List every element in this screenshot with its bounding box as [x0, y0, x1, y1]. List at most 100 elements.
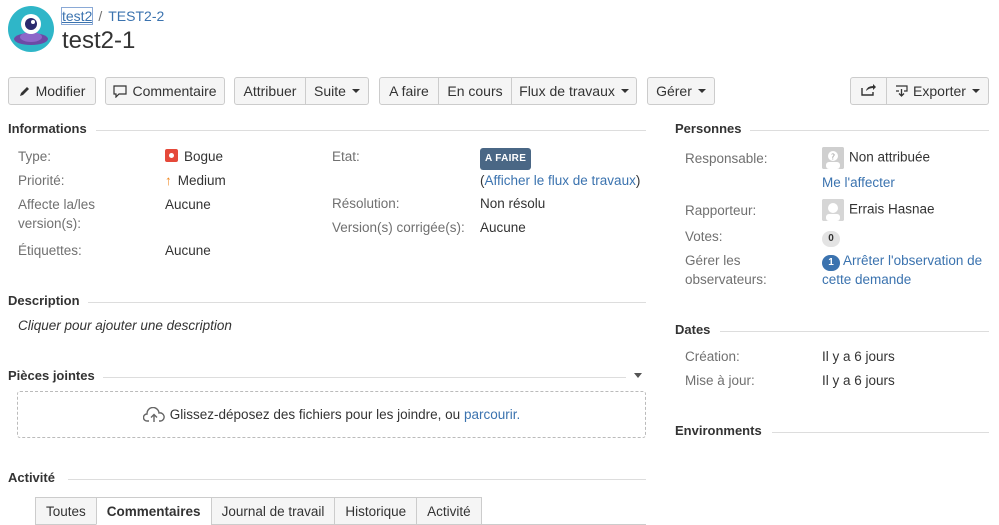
description-heading: Description: [8, 293, 80, 308]
affects-label-line2: version(s):: [18, 216, 82, 231]
divider: [96, 130, 646, 131]
tab-all[interactable]: Toutes: [35, 497, 97, 525]
type-value-text: Bogue: [184, 149, 224, 164]
breadcrumb-issue-link[interactable]: TEST2-2: [108, 8, 164, 24]
comment-button[interactable]: Commentaire: [105, 77, 225, 105]
chevron-down-icon: [697, 89, 706, 93]
votes-count-badge: 0: [822, 231, 840, 247]
environments-heading: Environments: [675, 423, 762, 438]
workflow-paren-close: ): [635, 173, 641, 188]
manage-button-label: Gérer: [656, 83, 692, 99]
breadcrumb-separator: /: [98, 8, 103, 24]
cloud-upload-icon: [142, 406, 165, 423]
priority-value: ↑ Medium: [165, 171, 226, 191]
reporter-label: Rapporteur:: [685, 203, 757, 218]
assign-group: Attribuer Suite: [234, 77, 369, 105]
labels-value[interactable]: Aucune: [165, 241, 211, 261]
divider: [720, 331, 989, 332]
priority-value-text: Medium: [177, 173, 226, 188]
bug-icon: [165, 149, 178, 162]
affects-label-line1: Affecte la/les: [18, 197, 96, 212]
assignee-value[interactable]: ? Non attribuée: [822, 147, 930, 169]
tab-activity[interactable]: Activité: [416, 497, 482, 525]
pencil-icon: [19, 85, 31, 97]
votes-label: Votes:: [685, 229, 723, 244]
unassigned-avatar-icon: ?: [822, 147, 844, 169]
updated-value: Il y a 6 jours: [822, 373, 895, 388]
view-workflow-link[interactable]: Afficher le flux de travaux: [485, 173, 636, 188]
breadcrumb-project-link[interactable]: test2: [60, 7, 94, 25]
breadcrumb: test2/ TEST2-2: [60, 7, 164, 25]
assignee-name: Non attribuée: [849, 149, 931, 165]
votes-value[interactable]: 0: [822, 227, 840, 247]
chevron-down-icon: [351, 89, 360, 93]
status-badge: A FAIRE: [480, 148, 532, 170]
workflow-button[interactable]: Flux de travaux: [511, 77, 637, 105]
attachments-heading: Pièces jointes: [8, 368, 95, 383]
more-button-label: Suite: [314, 83, 346, 99]
browse-link[interactable]: parcourir.: [464, 407, 520, 422]
resolution-label: Résolution:: [332, 196, 400, 211]
workflow-button-label: Flux de travaux: [519, 83, 615, 99]
watchers-value: 1 Arrêter l'observation de: [822, 251, 982, 271]
type-value: Bogue: [165, 147, 223, 167]
updated-label: Mise à jour:: [685, 373, 755, 388]
download-icon: [895, 84, 908, 98]
stop-watching-link[interactable]: Arrêter l'observation de: [843, 253, 982, 268]
reporter-value[interactable]: Errais Hasnae: [822, 199, 935, 221]
workflow-view: (Afficher le flux de travaux): [480, 171, 640, 191]
export-group: Exporter: [850, 77, 989, 105]
assign-button-label: Attribuer: [243, 83, 297, 99]
description-placeholder[interactable]: Cliquer pour ajouter une description: [18, 316, 232, 336]
divider: [88, 302, 646, 303]
tab-history[interactable]: Historique: [334, 497, 418, 525]
created-value: Il y a 6 jours: [822, 349, 895, 364]
workflow-group: A faire En cours Flux de travaux: [379, 77, 637, 105]
labels-label: Étiquettes:: [18, 243, 82, 258]
affects-value[interactable]: Aucune: [165, 195, 211, 215]
edit-button-label: Modifier: [35, 83, 86, 99]
priority-label: Priorité:: [18, 173, 65, 188]
assign-button[interactable]: Attribuer: [234, 77, 306, 105]
issue-title[interactable]: test2-1: [62, 27, 135, 55]
export-button[interactable]: Exporter: [886, 77, 989, 105]
dropzone-text: Glissez-déposez des fichiers pour les jo…: [169, 407, 464, 422]
in-progress-button-label: En cours: [447, 83, 503, 99]
share-button[interactable]: [850, 77, 887, 105]
chevron-down-icon: [620, 89, 629, 93]
details-heading: Informations: [8, 121, 87, 136]
share-icon: [860, 83, 877, 99]
resolution-value: Non résolu: [480, 196, 546, 211]
in-progress-button[interactable]: En cours: [438, 77, 512, 105]
tab-comments[interactable]: Commentaires: [95, 497, 212, 525]
created-label: Création:: [685, 349, 740, 364]
attachment-dropzone[interactable]: Glissez-déposez des fichiers pour les jo…: [17, 391, 646, 438]
manage-button[interactable]: Gérer: [647, 77, 715, 105]
watchers-label-line2: observateurs:: [685, 272, 767, 287]
watchers-count-badge[interactable]: 1: [822, 255, 840, 271]
divider: [750, 130, 989, 131]
assignee-label: Responsable:: [685, 151, 768, 166]
type-label: Type:: [18, 149, 52, 164]
divider: [103, 377, 626, 378]
reporter-name: Errais Hasnae: [849, 201, 935, 217]
comment-icon: [113, 84, 128, 98]
arrow-up-icon: ↑: [165, 173, 172, 188]
project-avatar[interactable]: [8, 6, 54, 52]
user-avatar-icon: [822, 199, 844, 221]
attachments-options-icon[interactable]: [634, 373, 642, 378]
stop-watching-link-line2[interactable]: cette demande: [822, 270, 911, 290]
activity-heading: Activité: [8, 470, 55, 485]
more-button[interactable]: Suite: [305, 77, 369, 105]
status-value: A FAIRE: [480, 147, 532, 170]
people-heading: Personnes: [675, 121, 742, 136]
fix-version-value[interactable]: Aucune: [480, 218, 526, 238]
todo-button[interactable]: A faire: [379, 77, 439, 105]
edit-button[interactable]: Modifier: [8, 77, 96, 105]
chevron-down-icon: [971, 89, 980, 93]
svg-text:?: ?: [831, 153, 835, 162]
tab-worklog[interactable]: Journal de travail: [210, 497, 336, 525]
assign-to-me-link[interactable]: Me l'affecter: [822, 173, 895, 193]
divider: [68, 479, 646, 480]
todo-button-label: A faire: [389, 83, 429, 99]
